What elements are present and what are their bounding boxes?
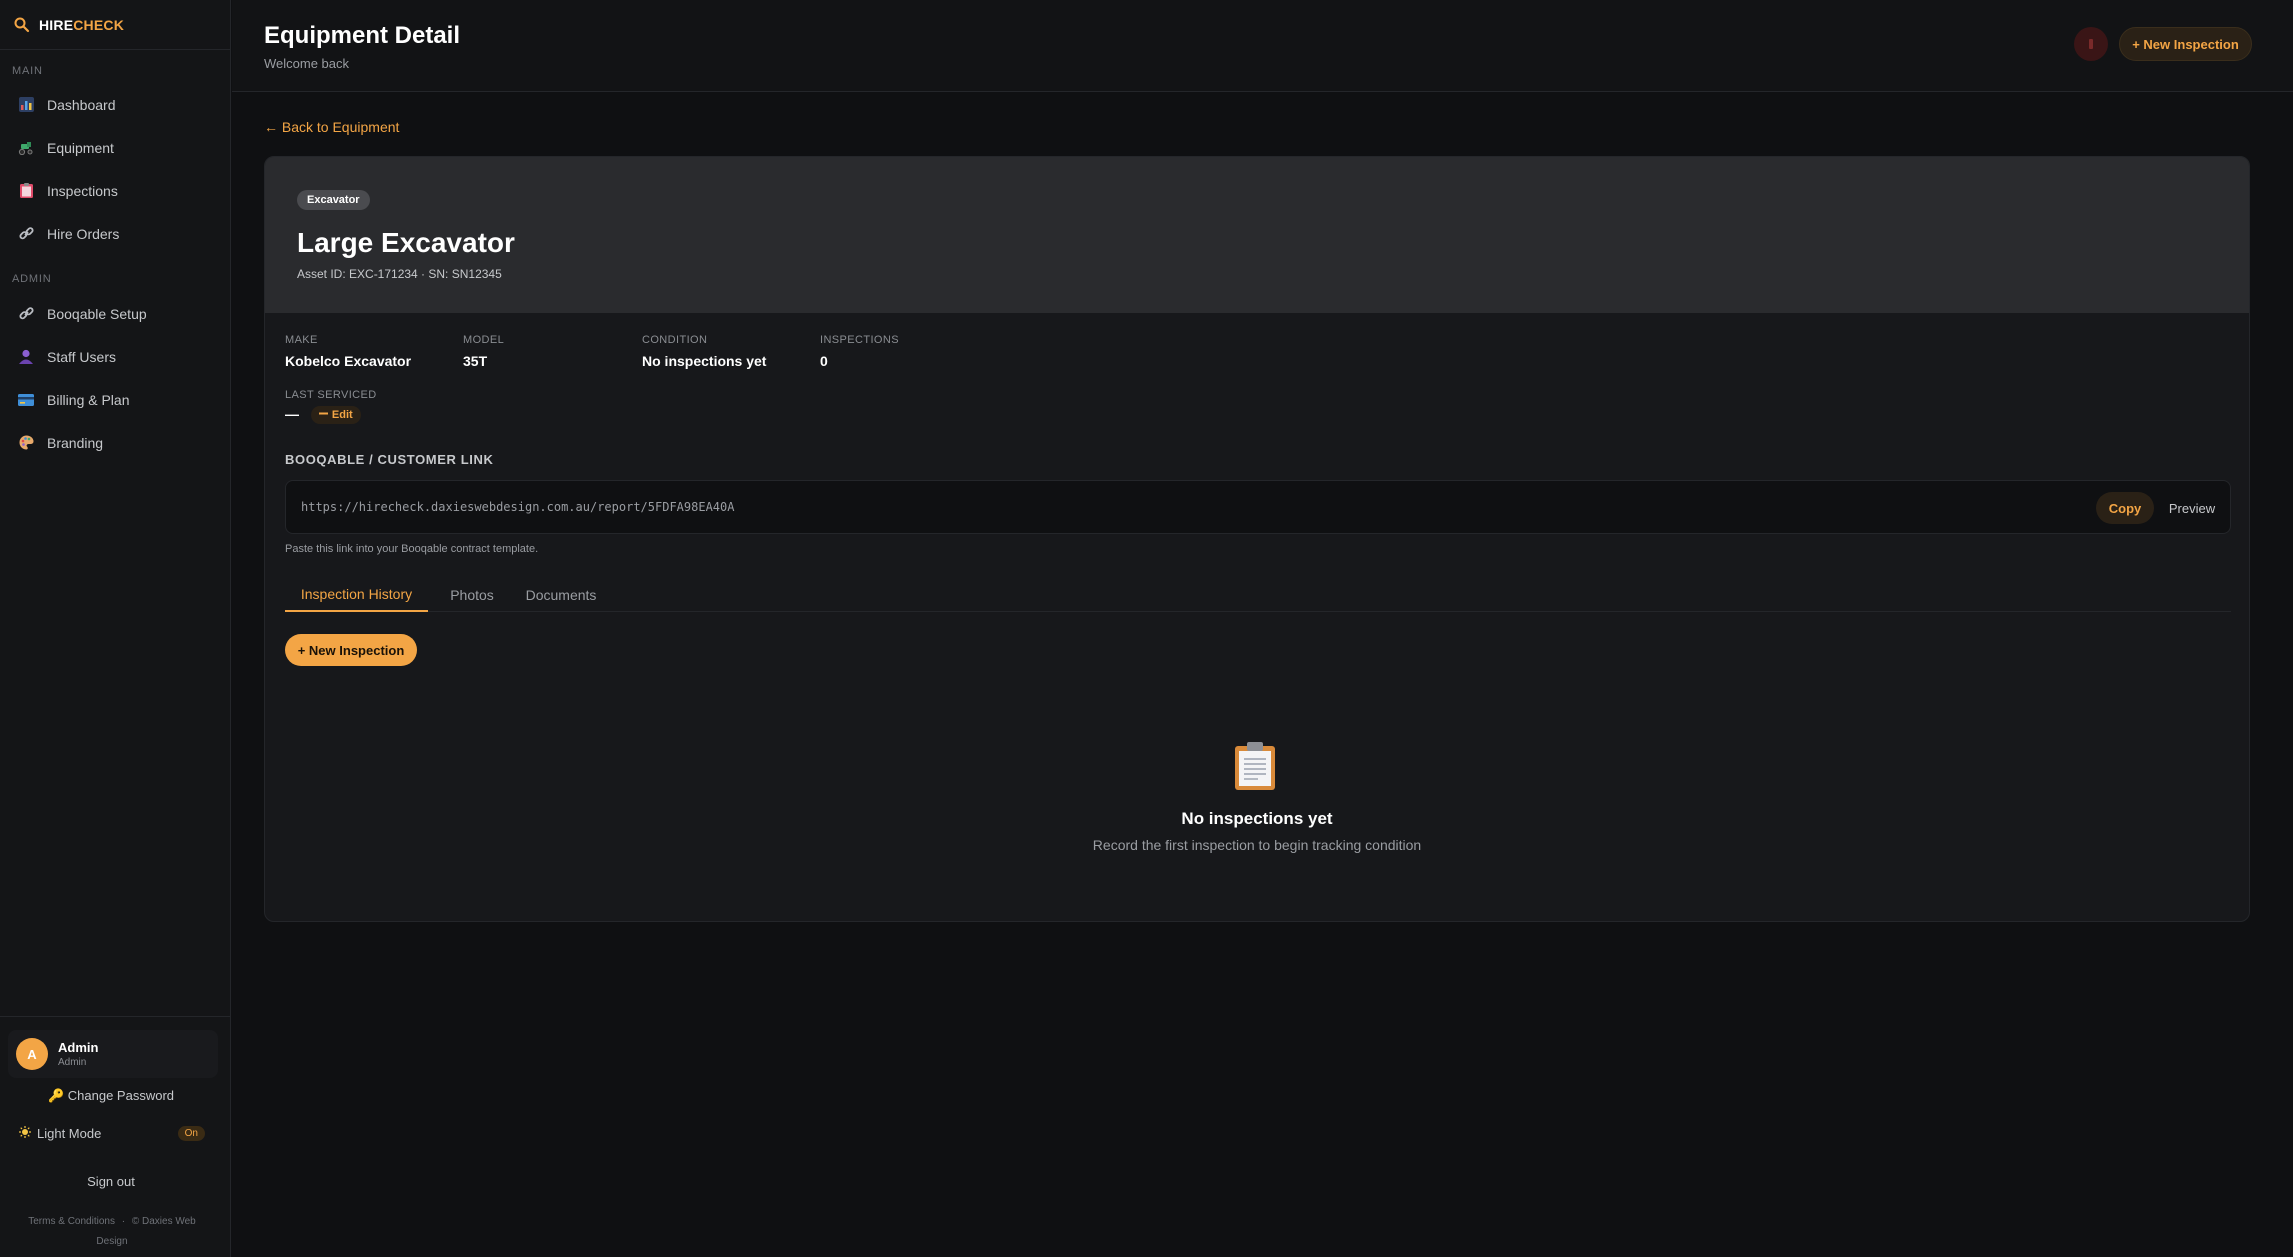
nav-label: Staff Users [47,348,116,365]
customer-link-help: Paste this link into your Booqable contr… [285,543,539,555]
field-label: INSPECTIONS [820,334,899,346]
field-label: LAST SERVICED [285,389,377,401]
nav-hire-orders[interactable]: Hire Orders [0,212,231,255]
tractor-icon [18,140,34,156]
section-label-admin: ADMIN [12,273,52,285]
customer-link-label: BOOQABLE / CUSTOMER LINK [285,452,494,467]
bar-chart-icon [18,97,34,113]
nav-label: Booqable Setup [47,305,147,322]
nav-branding[interactable]: Branding [0,421,231,464]
field-value: 35T [463,353,488,369]
nav-label: Inspections [47,182,118,199]
avatar: A [16,1038,48,1070]
footer-links: Terms & Conditions · © Daxies Web Design [12,1212,212,1252]
field-last-serviced: LAST SERVICED — Edit [285,389,377,425]
field-inspections: INSPECTIONS 0 [820,334,899,369]
preview-button[interactable]: Preview [2162,492,2222,524]
user-icon [18,349,34,365]
palette-icon [18,435,34,451]
link-icon [18,226,34,242]
sign-out-button[interactable]: Sign out [0,1174,222,1189]
edit-label: Edit [331,409,353,422]
alert-button[interactable] [2074,27,2108,61]
field-make: MAKE Kobelco Excavator [285,334,411,369]
user-role: Admin [58,1057,87,1068]
sidebar-divider [0,1016,231,1017]
light-mode-toggle[interactable]: On [177,1126,205,1141]
nav-dashboard[interactable]: Dashboard [0,83,231,126]
tab-inspection-history[interactable]: Inspection History [285,577,428,612]
field-label: MAKE [285,334,318,346]
light-mode-row[interactable]: Light Mode On [19,1126,205,1141]
empty-state-subtitle: Record the first inspection to begin tra… [1092,837,1422,853]
tab-photos[interactable]: Photos [446,577,498,612]
brand-name: HIRECHECK [39,16,125,33]
field-value: — Edit [285,406,377,425]
tab-documents[interactable]: Documents [521,577,601,612]
equipment-title: Large Excavator [297,227,515,258]
clipboard-icon [18,183,34,199]
nav-booqable-setup[interactable]: Booqable Setup [0,292,231,335]
nav-label: Hire Orders [47,225,120,242]
pencil-icon [318,409,328,421]
field-value: 0 [820,353,828,369]
empty-state-title: No inspections yet [1181,809,1333,828]
field-value: Kobelco Excavator [285,353,412,369]
equipment-hero: Excavator Large Excavator Asset ID: EXC-… [265,157,2249,313]
credit-card-icon [18,392,34,408]
page-header: Equipment Detail Welcome back + New Insp… [232,0,2293,92]
sidebar: HIRECHECK MAIN Dashboard Equipment Inspe… [0,0,231,1257]
key-icon: 🔑 [47,1088,65,1103]
field-condition: CONDITION No inspections yet [642,334,766,369]
alert-icon [2089,39,2093,49]
user-name: Admin [58,1040,99,1055]
nav-label: Equipment [47,139,114,156]
customer-link-box: https://hirecheck.daxieswebdesign.com.au… [285,480,2231,534]
terms-link[interactable]: Terms & Conditions [28,1216,115,1227]
nav-label: Branding [47,434,104,451]
category-badge: Excavator [297,190,370,210]
nav-label: Billing & Plan [47,391,130,408]
nav-billing-plan[interactable]: Billing & Plan [0,378,231,421]
edit-last-serviced-button[interactable]: Edit [310,406,361,425]
user-card[interactable]: A Admin Admin [8,1030,218,1078]
nav-label: Dashboard [47,96,116,113]
field-model: MODEL 35T [463,334,504,369]
light-mode-label: Light Mode [37,1126,102,1141]
brand-logo[interactable]: HIRECHECK [0,0,230,50]
asset-id: Asset ID: EXC-171234 · SN: SN12345 [297,267,502,281]
change-password-label: Change Password [67,1088,175,1103]
page-subtitle: Welcome back [264,56,350,71]
nav-inspections[interactable]: Inspections [0,169,231,212]
copy-button[interactable]: Copy [2096,492,2154,524]
footer-separator: · [121,1216,126,1227]
customer-link-url[interactable]: https://hirecheck.daxieswebdesign.com.au… [301,500,734,514]
page-title: Equipment Detail [264,22,461,49]
tab-bar: Inspection History Photos Documents [285,577,2231,612]
clipboard-icon [1235,742,1275,790]
link-icon [18,306,34,322]
sun-icon [19,1126,31,1141]
section-label-main: MAIN [12,65,43,77]
nav-staff-users[interactable]: Staff Users [0,335,231,378]
back-to-equipment-link[interactable]: ← Back to Equipment [264,119,399,135]
new-inspection-button[interactable]: + New Inspection [285,634,417,666]
header-new-inspection-button[interactable]: + New Inspection [2119,27,2252,61]
magnifier-icon [14,17,30,32]
equipment-card: Excavator Large Excavator Asset ID: EXC-… [264,156,2250,922]
field-value: No inspections yet [642,353,767,369]
nav-equipment[interactable]: Equipment [0,126,231,169]
last-serviced-value: — [285,406,299,422]
field-label: MODEL [463,334,505,346]
field-label: CONDITION [642,334,708,346]
change-password-button[interactable]: 🔑 Change Password [0,1088,222,1104]
